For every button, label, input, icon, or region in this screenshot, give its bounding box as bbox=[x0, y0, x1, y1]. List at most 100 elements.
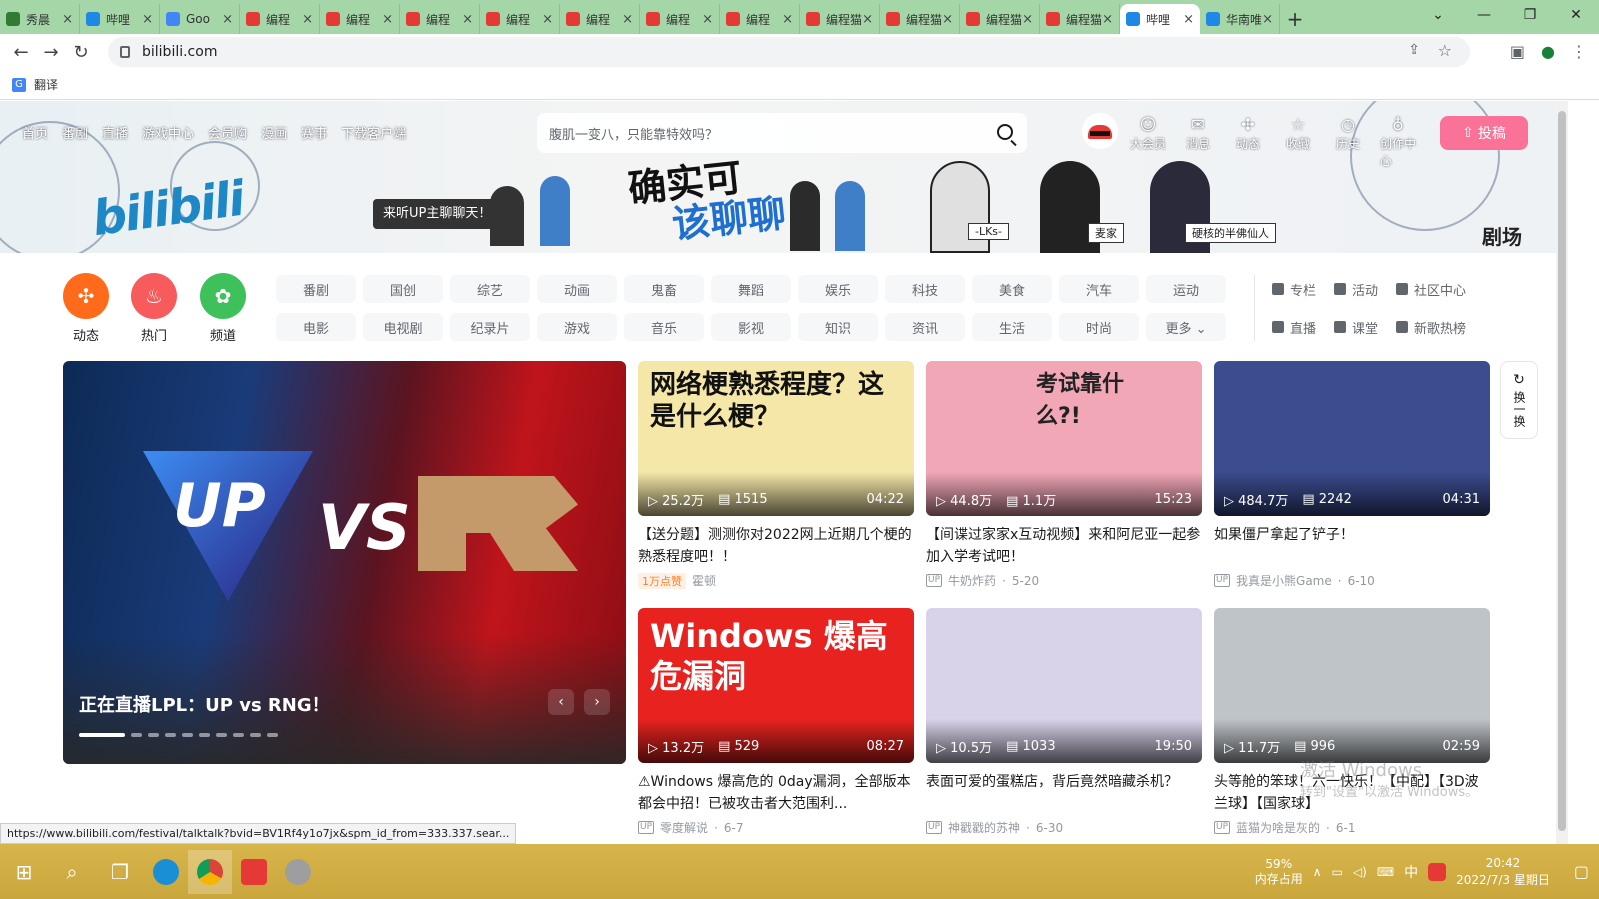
tab-close-icon[interactable]: × bbox=[1262, 12, 1273, 27]
carousel-dot[interactable] bbox=[131, 733, 142, 737]
menu-icon[interactable]: ⋮ bbox=[1571, 42, 1587, 61]
video-thumbnail[interactable]: ▷ 10.5万 ▤ 1033 19:50 bbox=[926, 608, 1202, 763]
channel-tag[interactable]: 游戏 bbox=[537, 313, 617, 341]
browser-tab[interactable]: 编程猫 × bbox=[960, 4, 1040, 34]
tab-close-icon[interactable]: × bbox=[1183, 12, 1194, 27]
tab-close-icon[interactable]: × bbox=[62, 12, 73, 27]
search-input[interactable]: 腹肌一变八，只能靠特效吗？ bbox=[537, 113, 1027, 153]
video-author[interactable]: 牛奶炸药 bbox=[948, 572, 996, 589]
scrollbar-thumb[interactable] bbox=[1558, 111, 1566, 831]
search-icon[interactable] bbox=[997, 124, 1013, 140]
header-nav-item[interactable]: 会员购 bbox=[208, 123, 247, 142]
banner-tip[interactable]: 来听UP主聊聊天！ bbox=[373, 199, 502, 229]
browser-tab[interactable]: 编程 × bbox=[400, 4, 480, 34]
taskbar-app-other[interactable] bbox=[276, 850, 320, 894]
carousel-dot[interactable] bbox=[250, 733, 261, 737]
video-card[interactable]: 网络梗熟悉程度？这是什么梗？ ▷ 25.2万 ▤ 1515 04:22 【送分题】测测你… bbox=[638, 361, 914, 589]
channel-tag[interactable]: 电视剧 bbox=[363, 313, 443, 341]
back-icon[interactable]: ← bbox=[6, 42, 36, 63]
browser-tab[interactable]: 编程猫 × bbox=[1040, 4, 1120, 34]
channel-tag[interactable]: 运动 bbox=[1146, 275, 1226, 303]
video-author[interactable]: 神戳戳的苏神 bbox=[948, 819, 1020, 836]
page-scrollbar[interactable] bbox=[1556, 101, 1568, 844]
channel-side-link[interactable]: 活动 bbox=[1334, 275, 1378, 303]
video-card[interactable]: ▷ 484.7万 ▤ 2242 04:31 如果僵尸拿起了铲子！ UP 我真是小熊Game… bbox=[1214, 361, 1490, 589]
channel-tag[interactable]: 更多 ⌄ bbox=[1146, 313, 1226, 341]
channel-tag[interactable]: 时尚 bbox=[1059, 313, 1139, 341]
keyboard-icon[interactable]: ⌨ bbox=[1377, 865, 1394, 879]
restore-icon[interactable]: ❐ bbox=[1507, 0, 1553, 30]
close-window-icon[interactable]: ✕ bbox=[1553, 0, 1599, 30]
reload-icon[interactable]: ↻ bbox=[66, 42, 96, 63]
channel-tag[interactable]: 美食 bbox=[972, 275, 1052, 303]
task-view-icon[interactable]: ❐ bbox=[96, 850, 144, 894]
browser-tab[interactable]: 编程猫 × bbox=[800, 4, 880, 34]
carousel-title[interactable]: 正在直播LPL：UP vs RNG！ bbox=[79, 691, 330, 717]
carousel-prev-button[interactable]: ‹ bbox=[548, 689, 574, 715]
tab-close-icon[interactable]: × bbox=[622, 12, 633, 27]
tray-expand-icon[interactable]: ∧ bbox=[1313, 865, 1322, 879]
volume-icon[interactable]: ◁) bbox=[1353, 865, 1367, 879]
network-icon[interactable]: ▭ bbox=[1332, 865, 1343, 879]
upload-button[interactable]: ⇧ 投稿 bbox=[1440, 116, 1528, 150]
search-taskbar-icon[interactable]: ⌕ bbox=[48, 850, 96, 894]
browser-tab[interactable]: 编程 × bbox=[480, 4, 560, 34]
channel-tag[interactable]: 音乐 bbox=[624, 313, 704, 341]
channel-tag[interactable]: 影视 bbox=[711, 313, 791, 341]
header-nav-item[interactable]: 游戏中心 bbox=[142, 123, 194, 142]
channel-tag[interactable]: 动画 bbox=[537, 275, 617, 303]
channel-side-link[interactable]: 新歌热榜 bbox=[1396, 313, 1466, 341]
channel-side-link[interactable]: 专栏 bbox=[1272, 275, 1316, 303]
channel-shortcut[interactable]: ✿ 频道 bbox=[200, 273, 246, 344]
channel-side-link[interactable]: 课堂 bbox=[1334, 313, 1378, 341]
carousel-next-button[interactable]: › bbox=[584, 689, 610, 715]
channel-tag[interactable]: 娱乐 bbox=[798, 275, 878, 303]
bookmark-translate[interactable]: 翻译 bbox=[34, 76, 58, 93]
refresh-button[interactable]: ↻ 换一换 bbox=[1500, 361, 1538, 439]
tab-close-icon[interactable]: × bbox=[462, 12, 473, 27]
side-panel-icon[interactable]: ▣ bbox=[1510, 42, 1525, 61]
browser-tab[interactable]: Goo × bbox=[160, 4, 240, 34]
tab-close-icon[interactable]: × bbox=[782, 12, 793, 27]
browser-tab[interactable]: 秀晨 × bbox=[0, 4, 80, 34]
minimize-icon[interactable]: — bbox=[1461, 0, 1507, 30]
tab-close-icon[interactable]: × bbox=[1102, 12, 1113, 27]
carousel-dot[interactable] bbox=[182, 733, 193, 737]
tab-close-icon[interactable]: × bbox=[222, 12, 233, 27]
taskbar-app-wps[interactable] bbox=[232, 850, 276, 894]
channel-tag[interactable]: 综艺 bbox=[450, 275, 530, 303]
tab-search-icon[interactable]: ⌄ bbox=[1415, 0, 1461, 30]
video-card[interactable]: ▷ 10.5万 ▤ 1033 19:50 表面可爱的蛋糕店，背后竟然暗藏杀机？ UP 神戳… bbox=[926, 608, 1202, 836]
carousel-dot[interactable] bbox=[79, 733, 125, 737]
video-thumbnail[interactable]: 网络梗熟悉程度？这是什么梗？ ▷ 25.2万 ▤ 1515 04:22 bbox=[638, 361, 914, 516]
forward-icon[interactable]: → bbox=[36, 42, 66, 63]
tab-close-icon[interactable]: × bbox=[302, 12, 313, 27]
header-star-button[interactable]: ☆ 收藏 bbox=[1280, 115, 1316, 169]
header-clock-button[interactable]: ◷ 历史 bbox=[1330, 115, 1366, 169]
browser-tab[interactable]: 哔哩 × bbox=[80, 4, 160, 34]
header-vip-button[interactable]: ☺ 大会员 bbox=[1130, 115, 1166, 169]
channel-tag[interactable]: 汽车 bbox=[1059, 275, 1139, 303]
avatar[interactable] bbox=[1082, 113, 1118, 149]
memory-usage[interactable]: 59% 内存占用 bbox=[1255, 857, 1303, 887]
header-nav-item[interactable]: 漫画 bbox=[261, 123, 287, 142]
address-bar[interactable]: bilibili.com ⇪ ☆ bbox=[108, 37, 1470, 67]
clock[interactable]: 20:42 2022/7/3 星期日 bbox=[1456, 855, 1550, 889]
channel-tag[interactable]: 生活 bbox=[972, 313, 1052, 341]
ime-indicator[interactable]: 中 bbox=[1404, 862, 1418, 882]
browser-tab[interactable]: 编程 × bbox=[240, 4, 320, 34]
tab-close-icon[interactable]: × bbox=[142, 12, 153, 27]
feature-carousel[interactable]: UP VS 正在直播LPL：UP vs RNG！ ‹ › bbox=[63, 361, 626, 764]
video-title[interactable]: 如果僵尸拿起了铲子！ bbox=[1214, 524, 1490, 568]
video-title[interactable]: 表面可爱的蛋糕店，背后竟然暗藏杀机？ bbox=[926, 771, 1202, 815]
browser-tab[interactable]: 编程猫 × bbox=[880, 4, 960, 34]
video-author[interactable]: 我真是小熊Game bbox=[1236, 572, 1332, 589]
tab-close-icon[interactable]: × bbox=[862, 12, 873, 27]
browser-tab[interactable]: 编程 × bbox=[560, 4, 640, 34]
channel-tag[interactable]: 国创 bbox=[363, 275, 443, 303]
carousel-dot[interactable] bbox=[267, 733, 278, 737]
video-card[interactable]: Windows 爆高危漏洞 ▷ 13.2万 ▤ 529 08:27 ⚠Windows 爆… bbox=[638, 608, 914, 836]
channel-tag[interactable]: 番剧 bbox=[276, 275, 356, 303]
video-card[interactable]: 考试靠什么?! ▷ 44.8万 ▤ 1.1万 15:23 【间谍过家家x互动视频】来和阿… bbox=[926, 361, 1202, 589]
sogou-icon[interactable] bbox=[1428, 862, 1447, 881]
